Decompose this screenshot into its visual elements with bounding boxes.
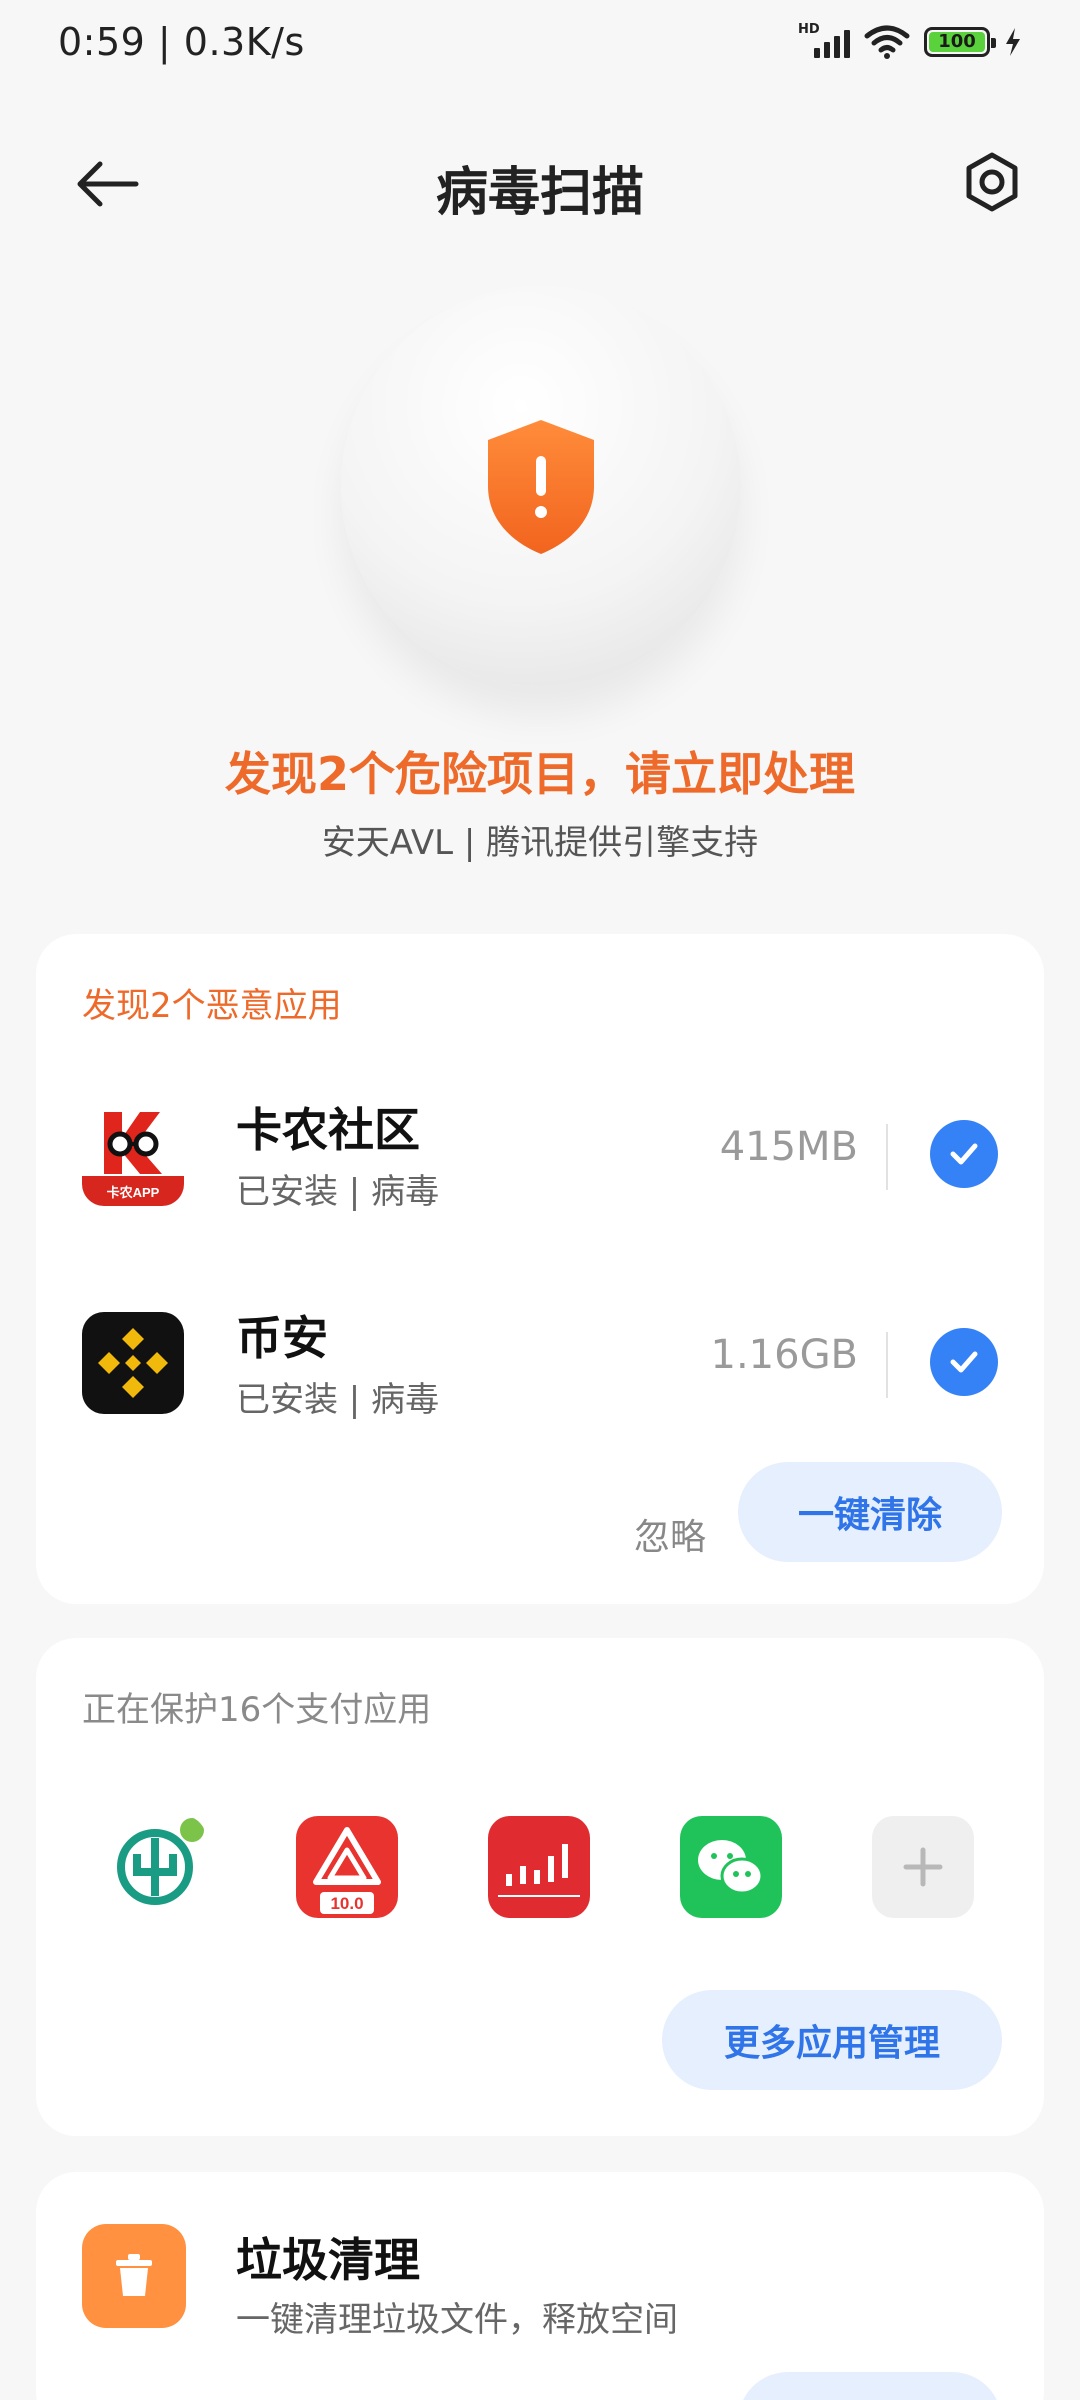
page-title: 病毒扫描: [435, 163, 644, 223]
clean-description: 一键清理垃圾文件，释放空间: [236, 2300, 678, 2340]
protect-heading: 正在保护16个支付应用: [82, 1690, 432, 1730]
danger-headline: 发现2个危险项目，请立即处理: [224, 747, 855, 801]
select-checkbox[interactable]: [930, 1328, 998, 1396]
signal-icon: HD: [798, 22, 850, 62]
status-icons: HD 100: [798, 22, 1022, 62]
divider: [886, 1124, 888, 1190]
check-icon: [950, 1143, 978, 1165]
wechat-icon[interactable]: [680, 1816, 782, 1918]
wifi-icon: [864, 25, 910, 59]
status-time-speed: 0:59 | 0.3K/s: [58, 20, 305, 64]
kanong-app-icon: 卡农APP: [82, 1104, 184, 1206]
app-name: 卡农社区: [236, 1103, 420, 1157]
malware-card: 发现2个恶意应用 卡农APP 卡农社区 已安装 | 病毒 415MB 币安 已安…: [36, 934, 1044, 1604]
status-bar: 0:59 | 0.3K/s HD 100: [0, 0, 1080, 84]
kanong-badge: 卡农APP: [107, 1185, 160, 1200]
charging-icon: [1006, 28, 1020, 56]
more-app-management-button[interactable]: 更多应用管理: [662, 1990, 1002, 2090]
add-app-button[interactable]: [872, 1816, 974, 1918]
plus-icon: [903, 1847, 943, 1887]
app-status: 已安装 | 病毒: [236, 1380, 440, 1420]
trash-icon: [82, 2224, 186, 2328]
app-name: 币安: [236, 1311, 328, 1365]
list-item[interactable]: 卡农APP 卡农社区 已安装 | 病毒 415MB: [36, 1094, 1044, 1214]
ignore-button[interactable]: 忽略: [580, 1486, 760, 1582]
list-item[interactable]: 币安 已安装 | 病毒 1.16GB: [36, 1302, 1044, 1422]
battery-icon: 100: [924, 27, 996, 57]
warning-shield-icon: [488, 420, 594, 554]
gear-icon: [966, 152, 1018, 212]
stock-chart-app-icon[interactable]: [488, 1816, 590, 1918]
payment-apps-row: 10.0: [36, 1816, 1044, 1926]
binance-app-icon: [82, 1312, 184, 1414]
battery-level: 100: [929, 32, 985, 52]
engine-credit: 安天AVL | 腾讯提供引擎支持: [321, 823, 759, 863]
app-size: 1.16GB: [710, 1332, 859, 1378]
clean-action-button[interactable]: [738, 2372, 1002, 2400]
payment-protect-card: 正在保护16个支付应用 10.0 更多应用管理: [36, 1638, 1044, 2136]
malware-heading: 发现2个恶意应用: [82, 986, 342, 1026]
agricultural-bank-icon[interactable]: [104, 1816, 206, 1918]
divider: [886, 1332, 888, 1398]
app-status: 已安装 | 病毒: [236, 1172, 440, 1212]
top-nav: 病毒扫描: [0, 130, 1080, 234]
securities-badge: 10.0: [330, 1894, 363, 1913]
check-icon: [950, 1351, 978, 1373]
securities-app-icon[interactable]: 10.0: [296, 1816, 398, 1918]
select-checkbox[interactable]: [930, 1120, 998, 1188]
junk-clean-card[interactable]: 垃圾清理 一键清理垃圾文件，释放空间: [36, 2172, 1044, 2400]
clean-title: 垃圾清理: [236, 2233, 420, 2287]
settings-button[interactable]: [960, 150, 1024, 214]
one-click-clear-button[interactable]: 一键清除: [738, 1462, 1002, 1562]
app-size: 415MB: [719, 1124, 858, 1170]
